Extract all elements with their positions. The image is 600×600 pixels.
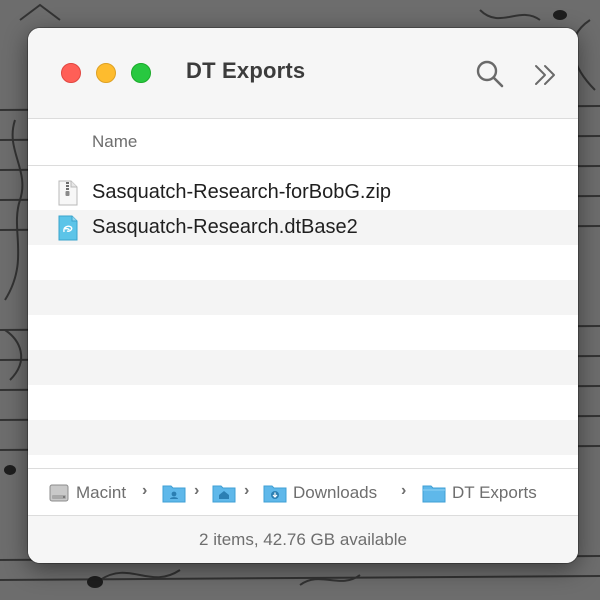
empty-row — [28, 420, 578, 455]
search-icon — [476, 60, 504, 88]
folder-icon — [422, 485, 446, 503]
status-text: 2 items, 42.76 GB available — [199, 530, 407, 549]
column-header-name[interactable]: Name — [92, 132, 137, 152]
path-separator: › — [401, 482, 407, 499]
window-toolbar: DT Exports — [28, 28, 578, 119]
file-list: Sasquatch-Research-forBobG.zip Sasquatch… — [28, 175, 578, 455]
path-item-label: Downloads — [293, 483, 378, 502]
path-separator: › — [142, 482, 148, 499]
path-item-macintosh-hd[interactable]: Macint — [48, 482, 126, 504]
path-bar: Macint › › › Downloads › DT Exports — [28, 468, 578, 516]
path-item-downloads[interactable]: Downloads — [263, 482, 377, 504]
finder-window: DT Exports Name Sasquatch-Research-forBo… — [28, 28, 578, 563]
empty-row — [28, 280, 578, 315]
chevron-double-right-icon — [535, 65, 555, 85]
empty-row — [28, 245, 578, 280]
zip-file-icon — [56, 180, 80, 206]
user-folder-icon — [162, 485, 186, 503]
path-item-label: DT Exports — [452, 483, 537, 502]
status-bar: 2 items, 42.76 GB available — [28, 516, 578, 563]
file-name: Sasquatch-Research-forBobG.zip — [92, 181, 392, 203]
toolbar-overflow-button[interactable] — [530, 60, 560, 90]
column-header: Name — [28, 119, 578, 166]
file-row[interactable]: Sasquatch-Research.dtBase2 — [28, 210, 578, 245]
window-title: DT Exports — [186, 58, 306, 83]
empty-row — [28, 385, 578, 420]
path-item-dt-exports[interactable]: DT Exports — [422, 482, 537, 504]
empty-row — [28, 315, 578, 350]
path-separator: › — [194, 482, 200, 499]
hard-drive-icon — [49, 484, 69, 502]
home-folder-icon — [212, 485, 236, 503]
search-button[interactable] — [474, 58, 506, 90]
path-item-label: Macint — [76, 483, 127, 502]
empty-row — [28, 350, 578, 385]
zoom-button[interactable] — [131, 63, 151, 83]
path-item-users[interactable] — [162, 482, 186, 504]
minimize-button[interactable] — [96, 63, 116, 83]
downloads-folder-icon — [263, 485, 287, 503]
file-name: Sasquatch-Research.dtBase2 — [92, 216, 358, 238]
devonthink-database-icon — [56, 215, 80, 241]
file-row[interactable]: Sasquatch-Research-forBobG.zip — [28, 175, 578, 210]
path-separator: › — [244, 482, 250, 499]
path-item-home[interactable] — [212, 482, 236, 504]
close-button[interactable] — [61, 63, 81, 83]
